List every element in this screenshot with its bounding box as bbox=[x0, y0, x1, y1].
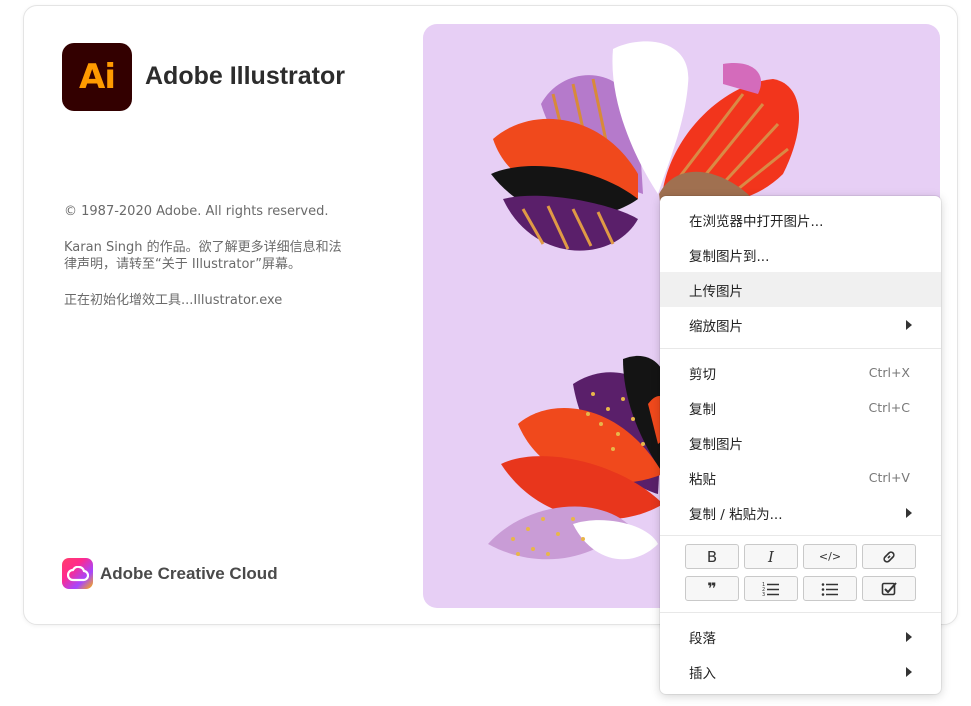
italic-icon: I bbox=[768, 547, 774, 566]
menu-item-label: 复制 / 粘贴为... bbox=[689, 506, 783, 523]
code-button[interactable]: </> bbox=[803, 544, 857, 569]
submenu-arrow-icon bbox=[906, 507, 912, 518]
submenu-arrow-icon bbox=[906, 319, 912, 330]
menu-item-label: 复制图片 bbox=[689, 436, 743, 453]
bold-icon: B bbox=[706, 547, 718, 566]
menu-item-open-in-browser[interactable]: 在浏览器中打开图片... bbox=[660, 202, 941, 237]
menu-item-insert[interactable]: 插入 bbox=[660, 654, 941, 689]
menu-divider bbox=[660, 535, 941, 536]
menu-item-copy-image-to[interactable]: 复制图片到... bbox=[660, 237, 941, 272]
menu-item-label: 复制 bbox=[689, 401, 716, 418]
quote-icon: ❞ bbox=[707, 579, 717, 598]
code-icon: </> bbox=[818, 550, 842, 563]
italic-button[interactable]: I bbox=[744, 544, 798, 569]
svg-text:3: 3 bbox=[762, 592, 765, 597]
copyright-text: © 1987-2020 Adobe. All rights reserved. bbox=[64, 204, 329, 219]
menu-item-scale-image[interactable]: 缩放图片 bbox=[660, 307, 941, 342]
logo-text: Ai bbox=[79, 57, 116, 97]
menu-item-cut[interactable]: 剪切 Ctrl+X bbox=[660, 355, 941, 390]
shortcut-label: Ctrl+V bbox=[868, 470, 910, 485]
menu-item-copy-image[interactable]: 复制图片 bbox=[660, 425, 941, 460]
menu-item-label: 上传图片 bbox=[689, 283, 743, 300]
checkbox-list-button[interactable] bbox=[862, 576, 916, 601]
menu-item-label: 插入 bbox=[689, 665, 716, 682]
menu-item-label: 段落 bbox=[689, 630, 716, 647]
link-icon bbox=[883, 550, 895, 563]
menu-item-label: 在浏览器中打开图片... bbox=[689, 213, 824, 230]
shortcut-label: Ctrl+X bbox=[868, 365, 910, 380]
menu-item-label: 剪切 bbox=[689, 366, 716, 383]
menu-item-label: 缩放图片 bbox=[689, 318, 743, 335]
ordered-list-button[interactable]: 1 2 3 bbox=[744, 576, 798, 601]
quote-button[interactable]: ❞ bbox=[685, 576, 739, 601]
bullet-list-button[interactable] bbox=[803, 576, 857, 601]
bullet-list-icon bbox=[821, 582, 838, 596]
submenu-arrow-icon bbox=[906, 666, 912, 677]
loading-status: 正在初始化增效工具...Illustrator.exe bbox=[64, 293, 283, 308]
menu-item-copy-paste-as[interactable]: 复制 / 粘贴为... bbox=[660, 495, 941, 530]
app-title: Adobe Illustrator bbox=[145, 62, 346, 90]
shortcut-label: Ctrl+C bbox=[868, 400, 910, 415]
menu-item-copy[interactable]: 复制 Ctrl+C bbox=[660, 390, 941, 425]
checkbox-icon bbox=[881, 581, 897, 595]
creative-cloud-label: Adobe Creative Cloud bbox=[100, 564, 278, 583]
link-button[interactable] bbox=[862, 544, 916, 569]
menu-item-paste[interactable]: 粘贴 Ctrl+V bbox=[660, 460, 941, 495]
illustrator-logo: Ai bbox=[62, 43, 132, 111]
credit-line-2: 律声明，请转至“关于 Illustrator”屏幕。 bbox=[64, 257, 302, 272]
creative-cloud-icon bbox=[62, 558, 93, 589]
ordered-list-icon: 1 2 3 bbox=[762, 582, 779, 597]
menu-item-label: 粘贴 bbox=[689, 471, 716, 488]
context-menu: 在浏览器中打开图片... 复制图片到... 上传图片 缩放图片 剪切 Ctrl+… bbox=[660, 196, 941, 694]
menu-item-paragraph[interactable]: 段落 bbox=[660, 619, 941, 654]
menu-divider bbox=[660, 348, 941, 349]
menu-item-upload-image[interactable]: 上传图片 bbox=[660, 272, 941, 307]
bold-button[interactable]: B bbox=[685, 544, 739, 569]
menu-item-label: 复制图片到... bbox=[689, 248, 770, 265]
menu-divider bbox=[660, 612, 941, 613]
credit-line-1: Karan Singh 的作品。欲了解更多详细信息和法 bbox=[64, 240, 342, 255]
submenu-arrow-icon bbox=[906, 631, 912, 642]
